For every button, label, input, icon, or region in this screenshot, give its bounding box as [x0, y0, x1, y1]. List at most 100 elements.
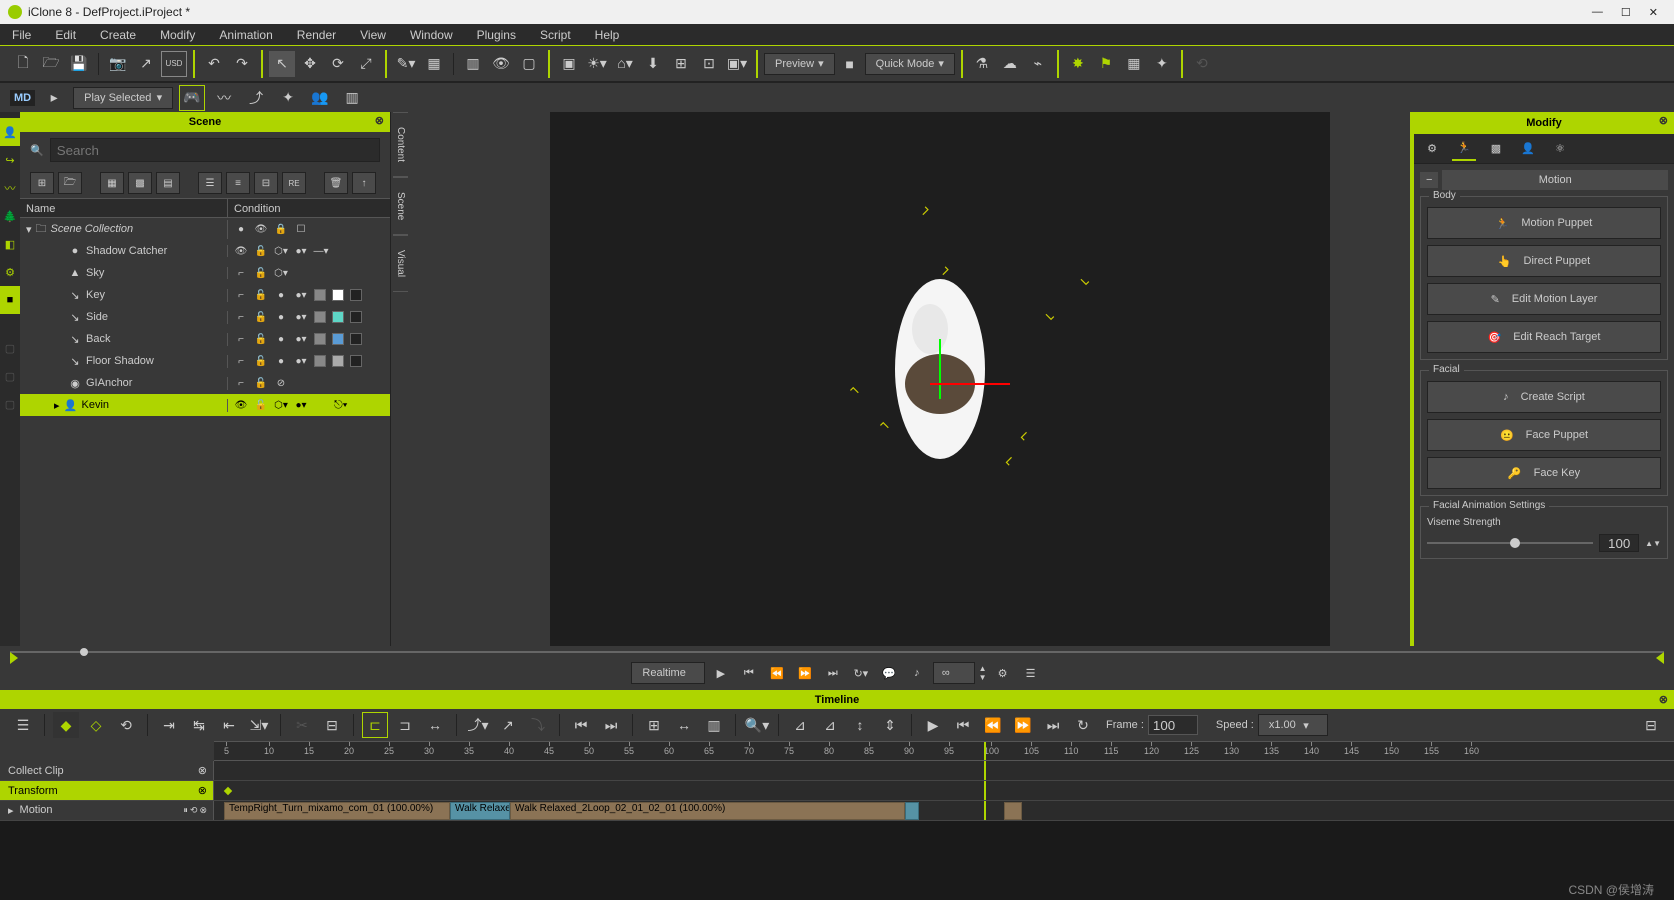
- vtab-tree[interactable]: 🌲: [0, 202, 20, 230]
- tab-material[interactable]: ▩: [1484, 137, 1508, 161]
- tree-row[interactable]: ↘Floor Shadow⌐🔓●●▾: [20, 350, 390, 372]
- star-icon[interactable]: ✦: [275, 85, 301, 111]
- tl-play[interactable]: ▶: [920, 712, 946, 738]
- timeline-ruler[interactable]: 5101520253035404550556065707580859095100…: [214, 741, 1674, 761]
- st-up[interactable]: ↑: [352, 172, 376, 194]
- tl-scale-b[interactable]: ⇕: [877, 712, 903, 738]
- st-grid-a[interactable]: ▦: [100, 172, 124, 194]
- search-input[interactable]: [50, 138, 380, 162]
- menu-edit[interactable]: Edit: [43, 28, 88, 42]
- viseme-slider[interactable]: [1427, 542, 1593, 544]
- tool-c-icon[interactable]: ⊡: [696, 51, 722, 77]
- minimize-icon[interactable]: ―: [1592, 6, 1603, 19]
- cloth-icon[interactable]: ☁: [997, 51, 1023, 77]
- motion-icon[interactable]: ⌁: [1025, 51, 1051, 77]
- tl-key-b-icon[interactable]: ◇: [83, 712, 109, 738]
- tl-del-key[interactable]: ▥: [701, 712, 727, 738]
- preview-button[interactable]: Preview▾: [764, 53, 835, 75]
- rewind-button[interactable]: ⏪: [765, 662, 789, 684]
- tl-key-a-icon[interactable]: ◆: [53, 712, 79, 738]
- side-tab-visual[interactable]: Visual: [393, 235, 408, 292]
- vtab-curve[interactable]: 〰: [0, 174, 20, 202]
- vtab-layer[interactable]: ◧: [0, 230, 20, 258]
- open-file-icon[interactable]: 🗁: [38, 51, 64, 77]
- curve-icon[interactable]: 〰: [211, 85, 237, 111]
- tl-flip-b[interactable]: ⊿: [817, 712, 843, 738]
- tl-split-icon[interactable]: ⊟: [319, 712, 345, 738]
- tl-move-key[interactable]: ↔: [671, 712, 697, 738]
- menu-help[interactable]: Help: [583, 28, 632, 42]
- timeline-track[interactable]: Collect Clip⊗: [0, 761, 1674, 781]
- new-file-icon[interactable]: 🗋: [10, 51, 36, 77]
- tree-row-root[interactable]: ▾🗀Scene Collection ●👁🔒☐: [20, 218, 390, 240]
- transform-icon[interactable]: ▦: [421, 51, 447, 77]
- tab-motion[interactable]: 🏃: [1452, 137, 1476, 161]
- tl-link-icon[interactable]: ⟲: [113, 712, 139, 738]
- play-button[interactable]: ▶: [709, 662, 733, 684]
- path-icon[interactable]: ⤴: [243, 85, 269, 111]
- tl-prev[interactable]: ⏮: [950, 712, 976, 738]
- menu-window[interactable]: Window: [398, 28, 465, 42]
- st-filter[interactable]: ⊞: [30, 172, 54, 194]
- search-icon[interactable]: 🔍: [30, 144, 44, 157]
- vtab-path[interactable]: ↪: [0, 146, 20, 174]
- play-selected-button[interactable]: Play Selected▾: [73, 87, 173, 109]
- extra-icon[interactable]: ▥: [339, 85, 365, 111]
- tab-avatar[interactable]: 👤: [1516, 137, 1540, 161]
- timeline-clip[interactable]: Walk Relaxe: [450, 802, 510, 820]
- tl-bracket-a[interactable]: ⊏: [362, 712, 388, 738]
- timeline-clip[interactable]: Walk Relaxed_2Loop_02_01_02_01 (100.00%): [510, 802, 905, 820]
- viseme-value[interactable]: [1599, 534, 1639, 552]
- refresh-icon[interactable]: ⟲: [1189, 51, 1215, 77]
- gizmo-c-icon[interactable]: ✦: [1149, 51, 1175, 77]
- next-frame-button[interactable]: ⏭: [821, 662, 845, 684]
- facial-button[interactable]: 😐Face Puppet: [1427, 419, 1661, 451]
- physics-icon[interactable]: ⚗: [969, 51, 995, 77]
- tab-settings[interactable]: ⚙: [1420, 137, 1444, 161]
- tree-row[interactable]: ◉GIAnchor⌐🔓⊘: [20, 372, 390, 394]
- menu-plugins[interactable]: Plugins: [465, 28, 528, 42]
- tl-next[interactable]: ⏭: [1040, 712, 1066, 738]
- export-icon[interactable]: ↗: [133, 51, 159, 77]
- close-icon[interactable]: ⊗: [375, 114, 384, 127]
- menu-modify[interactable]: Modify: [148, 28, 207, 42]
- gamepad-icon[interactable]: 🎮: [179, 85, 205, 111]
- bbox-icon[interactable]: ▢: [516, 51, 542, 77]
- menu-animation[interactable]: Animation: [207, 28, 284, 42]
- camera-icon[interactable]: 📷: [105, 51, 131, 77]
- usd-icon[interactable]: USD: [161, 51, 187, 77]
- st-list-b[interactable]: ≡: [226, 172, 250, 194]
- tl-curve-a[interactable]: ⤴▾: [465, 712, 491, 738]
- loop-dropdown[interactable]: ∞: [933, 662, 975, 684]
- st-delete[interactable]: 🗑: [324, 172, 348, 194]
- vtab-camera[interactable]: ■: [0, 286, 20, 314]
- video-icon[interactable]: ■: [837, 51, 863, 77]
- layout-button[interactable]: ☰: [1019, 662, 1043, 684]
- maximize-icon[interactable]: ☐: [1621, 6, 1631, 19]
- tl-t1-icon[interactable]: ⇥: [156, 712, 182, 738]
- st-folder[interactable]: 🗁: [58, 172, 82, 194]
- timeline-clip[interactable]: [1004, 802, 1022, 820]
- tl-t3-icon[interactable]: ⇤: [216, 712, 242, 738]
- vtab-opt-b[interactable]: ▢: [0, 362, 20, 390]
- avatar-model[interactable]: [870, 269, 1010, 489]
- timeline-clip[interactable]: TempRight_Turn_mixamo_com_01 (100.00%): [224, 802, 450, 820]
- close-icon[interactable]: ✕: [1649, 6, 1658, 19]
- gear-button[interactable]: ⚙: [991, 662, 1015, 684]
- home-icon[interactable]: ⌂▾: [612, 51, 638, 77]
- tl-add-key[interactable]: ⊞: [641, 712, 667, 738]
- time-slider[interactable]: [10, 646, 1664, 658]
- paint-icon[interactable]: ✎▾: [393, 51, 419, 77]
- tl-cut-icon[interactable]: ✂: [289, 712, 315, 738]
- tl-curve-c[interactable]: ⤵: [525, 712, 551, 738]
- redo-icon[interactable]: ↷: [229, 51, 255, 77]
- st-list-c[interactable]: ⊟: [254, 172, 278, 194]
- body-button[interactable]: 🏃Motion Puppet: [1427, 207, 1661, 239]
- tl-next-key[interactable]: ⏭: [598, 712, 624, 738]
- close-icon[interactable]: ⊗: [1659, 114, 1668, 127]
- timeline-track[interactable]: ▸Motion⏸⟲⊗TempRight_Turn_mixamo_com_01 (…: [0, 801, 1674, 821]
- menu-view[interactable]: View: [348, 28, 398, 42]
- menu-script[interactable]: Script: [528, 28, 583, 42]
- facial-button[interactable]: 🔑Face Key: [1427, 457, 1661, 489]
- body-button[interactable]: 👆Direct Puppet: [1427, 245, 1661, 277]
